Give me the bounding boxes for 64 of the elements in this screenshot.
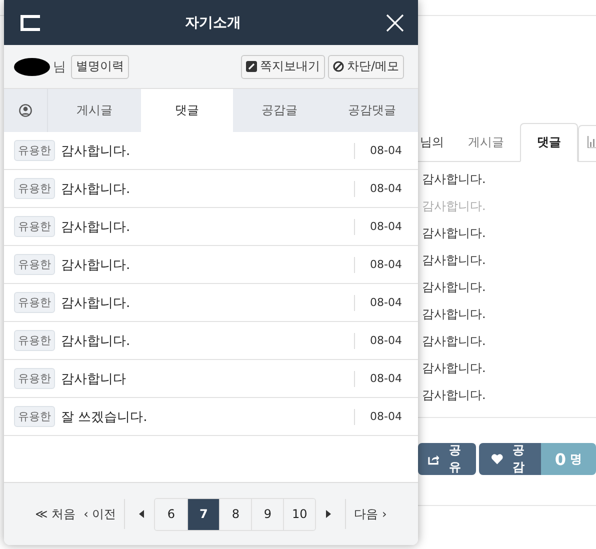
comment-link[interactable]: 감사합니다 bbox=[61, 370, 348, 388]
modal-title: 자기소개 bbox=[185, 14, 241, 32]
comment-link[interactable]: 잘 쓰겠습니다. bbox=[61, 408, 348, 426]
comment-link[interactable]: 감사합니다. bbox=[61, 256, 348, 274]
comment-text[interactable]: 감사합니다. bbox=[422, 274, 502, 301]
tab[interactable]: 댓글 bbox=[520, 123, 578, 162]
comment-text[interactable]: 감사합니다. bbox=[422, 166, 502, 193]
nickname-history-button[interactable]: 별명이력 bbox=[71, 54, 129, 78]
comment-link[interactable]: 감사합니다. bbox=[61, 142, 348, 160]
comment-text[interactable]: 감사합니다. bbox=[422, 301, 502, 328]
username-suffix: 님 bbox=[53, 58, 66, 76]
block-memo-button[interactable]: 차단/메모 bbox=[328, 54, 404, 78]
category-tag: 유용한 bbox=[14, 140, 55, 161]
first-page-link[interactable]: ≪ 처음 bbox=[31, 506, 80, 522]
user-icon bbox=[19, 104, 32, 117]
comment-text[interactable]: 감사합니다. bbox=[422, 220, 502, 247]
like-count: 0 명 bbox=[540, 443, 596, 475]
category-tag: 유용한 bbox=[14, 292, 55, 313]
tab[interactable]: 게시글 bbox=[452, 134, 520, 161]
previous-page-link[interactable]: ‹ 이전 bbox=[80, 506, 120, 522]
close-button[interactable] bbox=[386, 14, 404, 32]
next-page-link[interactable]: 다음 › bbox=[350, 506, 391, 522]
close-icon bbox=[386, 14, 404, 32]
redacted-name bbox=[14, 58, 50, 76]
category-tag: 유용한 bbox=[14, 254, 55, 275]
caret-right-icon bbox=[326, 510, 332, 518]
page-number[interactable]: 10 bbox=[283, 498, 316, 530]
bracket-icon bbox=[20, 14, 40, 30]
caret-left-icon bbox=[139, 510, 144, 518]
comment-text[interactable]: 감사합니다. bbox=[422, 247, 502, 274]
like-button[interactable]: 공감 bbox=[479, 443, 541, 475]
comment-date: 08-04 bbox=[354, 294, 402, 310]
comment-text[interactable]: 감사합니다. bbox=[422, 355, 502, 382]
share-button[interactable]: 공유 bbox=[418, 443, 476, 475]
tab[interactable]: 게시글 bbox=[48, 89, 140, 132]
category-tag: 유용한 bbox=[14, 330, 55, 351]
comment-date: 08-04 bbox=[354, 256, 402, 272]
share-icon bbox=[428, 454, 440, 464]
comment-date: 08-04 bbox=[354, 370, 402, 386]
comment-date: 08-04 bbox=[354, 180, 402, 196]
pencil-icon bbox=[246, 61, 257, 72]
comment-text[interactable]: 감사합니다. bbox=[422, 328, 502, 355]
comment-link[interactable]: 감사합니다. bbox=[61, 218, 348, 236]
comment-date: 08-04 bbox=[354, 218, 402, 234]
comment-link[interactable]: 감사합니다. bbox=[61, 332, 348, 350]
send-message-button[interactable]: 쪽지보내기 bbox=[240, 54, 325, 78]
category-tag: 유용한 bbox=[14, 216, 55, 237]
tab[interactable]: 댓글 bbox=[140, 89, 233, 132]
comment-link[interactable]: 감사합니다. bbox=[61, 180, 348, 198]
tab[interactable]: 공감댓글 bbox=[326, 89, 418, 132]
comment-link[interactable]: 감사합니다. bbox=[61, 294, 348, 312]
comment-date: 08-04 bbox=[354, 408, 402, 424]
category-tag: 유용한 bbox=[14, 178, 55, 199]
comment-date: 08-04 bbox=[354, 332, 402, 348]
username-suffix: 님의 bbox=[419, 134, 445, 151]
category-tag: 유용한 bbox=[14, 368, 55, 389]
back-button[interactable] bbox=[20, 14, 40, 30]
comment-text[interactable]: 감사합니다. bbox=[422, 382, 502, 409]
comment-date: 08-04 bbox=[354, 142, 402, 158]
page-number[interactable]: 7 bbox=[187, 498, 220, 530]
block-icon bbox=[332, 61, 344, 72]
tab[interactable]: 공감글 bbox=[233, 89, 326, 132]
category-tag: 유용한 bbox=[14, 406, 55, 427]
heart-icon bbox=[491, 453, 504, 465]
